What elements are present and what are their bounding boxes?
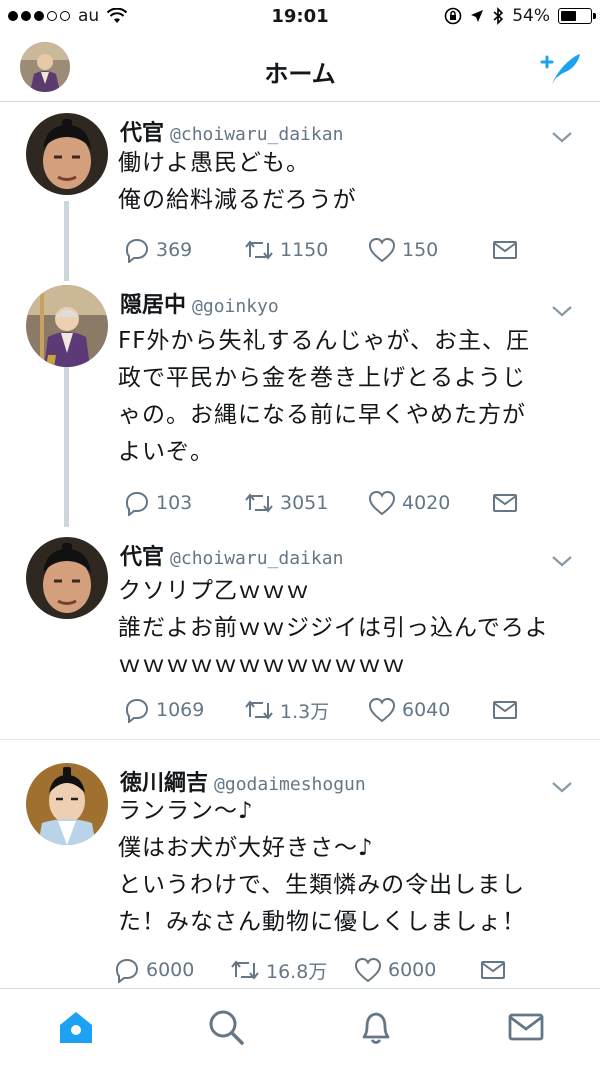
like-count: 6040 [402,699,451,721]
timeline[interactable]: 代官 @choiwaru_daikan 働けよ愚民ども。 俺の給料減るだろうが … [0,103,600,988]
envelope-icon [481,961,505,979]
author-handle[interactable]: @godaimeshogun [214,774,366,795]
author-name[interactable]: 代官 [120,115,164,147]
retweet-button[interactable]: 3051 [244,488,328,518]
tweet-actions: 369 1150 150 [120,235,540,265]
tweet-avatar[interactable] [26,537,108,619]
retweet-icon [245,700,273,720]
tweet-actions: 103 3051 4020 [120,488,540,518]
tweet-text: FF外から失礼するんじゃが、お主、圧 政で平民から金を巻き上げとるようじ ゃの。… [118,328,530,465]
tweet-text: クソリプ乙ｗｗｗ 誰だよお前ｗｗジジイは引っ込んでろよ ｗｗｗｗｗｗｗｗｗｗｗｗ [118,578,549,678]
search-icon[interactable] [206,1007,246,1047]
retweet-count: 16.8万 [266,960,328,983]
rotation-lock-icon [444,7,462,25]
like-count: 6000 [388,959,437,981]
reply-count: 1069 [156,699,205,721]
compose-tweet-icon[interactable] [538,48,582,88]
tweet-avatar[interactable] [26,113,108,195]
retweet-icon [245,240,273,260]
author-handle[interactable]: @goinkyo [192,296,279,317]
chevron-down-icon[interactable] [550,553,574,569]
reply-icon [115,958,139,983]
tweet-actions: 6000 16.8万 6000 [115,955,540,985]
tweet[interactable]: 徳川綱吉 @godaimeshogun ランラン～♪ 僕はお犬が大好きさ～♪ と… [0,761,600,988]
reply-icon [125,238,149,263]
tab-bar [0,988,600,1067]
reply-button[interactable]: 103 [124,488,192,518]
heart-icon [368,237,396,263]
reply-button[interactable]: 6000 [114,955,194,985]
like-count: 150 [402,239,439,261]
retweet-icon [231,960,259,980]
like-button[interactable]: 6040 [368,695,450,725]
author-name[interactable]: 隠居中 [120,287,186,319]
retweet-count: 1150 [280,239,329,261]
chevron-down-icon[interactable] [550,303,574,319]
author-handle[interactable]: @choiwaru_daikan [170,124,343,145]
tweet-avatar[interactable] [26,763,108,845]
dm-button[interactable] [480,955,506,985]
messages-icon[interactable] [506,1007,546,1047]
dm-button[interactable] [492,235,518,265]
tweet[interactable]: 隠居中 @goinkyo FF外から失礼するんじゃが、お主、圧 政で平民から金を… [0,285,600,527]
reply-icon [125,491,149,516]
like-button[interactable]: 150 [368,235,438,265]
envelope-icon [493,241,517,259]
envelope-icon [493,494,517,512]
location-icon [471,10,484,22]
status-bar: au 19:01 54% [0,0,600,36]
retweet-button[interactable]: 16.8万 [230,955,327,985]
tweet-text: 働けよ愚民ども。 俺の給料減るだろうが [118,150,357,213]
retweet-button[interactable]: 1150 [244,235,328,265]
retweet-count: 3051 [280,492,329,514]
retweet-button[interactable]: 1.3万 [244,695,329,725]
author-name[interactable]: 代官 [120,539,164,571]
like-button[interactable]: 4020 [368,488,450,518]
reply-button[interactable]: 1069 [124,695,204,725]
reply-count: 6000 [146,959,195,981]
page-title: ホーム [264,60,336,88]
tweet-avatar[interactable] [26,285,108,367]
tweet-actions: 1069 1.3万 6040 [120,695,540,725]
chevron-down-icon[interactable] [550,129,574,145]
retweet-icon [245,493,273,513]
tweet[interactable]: 代官 @choiwaru_daikan 働けよ愚民ども。 俺の給料減るだろうが … [0,103,600,285]
like-count: 4020 [402,492,451,514]
tweet[interactable]: 代官 @choiwaru_daikan クソリプ乙ｗｗｗ 誰だよお前ｗｗジジイは… [0,535,600,739]
envelope-icon [493,701,517,719]
dm-button[interactable] [492,695,518,725]
heart-icon [368,697,396,723]
tweet-text: ランラン～♪ 僕はお犬が大好きさ～♪ というわけで、生類憐みの令出しまし た！み… [118,798,526,935]
reply-count: 103 [156,492,193,514]
battery-icon [558,8,596,24]
notifications-icon[interactable] [356,1007,396,1047]
home-icon[interactable] [56,1007,96,1047]
nav-header: ホーム [0,36,600,102]
reply-icon [125,698,149,723]
divider [0,739,600,740]
heart-icon [368,490,396,516]
like-button[interactable]: 6000 [354,955,436,985]
reply-count: 369 [156,239,193,261]
author-handle[interactable]: @choiwaru_daikan [170,548,343,569]
dm-button[interactable] [492,488,518,518]
reply-button[interactable]: 369 [124,235,192,265]
bluetooth-icon [493,7,504,25]
retweet-count: 1.3万 [280,700,330,723]
battery-percent: 54% [512,6,550,26]
heart-icon [354,957,382,983]
